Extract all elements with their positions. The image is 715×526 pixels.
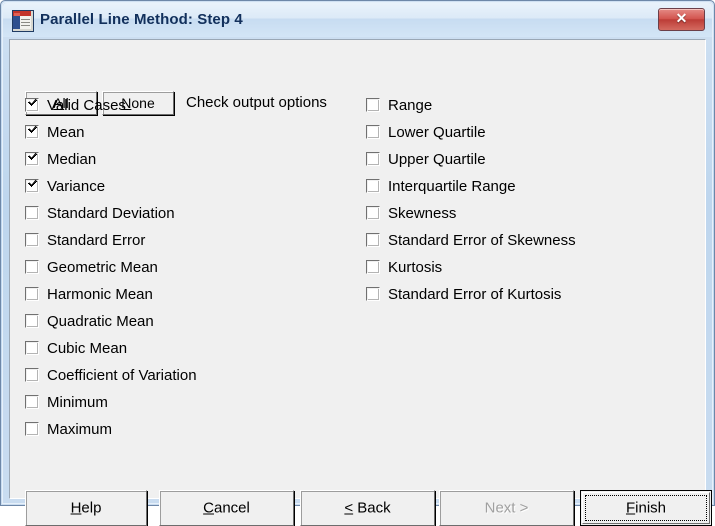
checkbox-label-interquartile-range: Interquartile Range — [388, 178, 516, 195]
checkbox-harmonic-mean[interactable] — [25, 287, 39, 301]
checkbox-skewness[interactable] — [366, 206, 380, 220]
checkbox-label-variance: Variance — [47, 178, 106, 195]
checkbox-label-valid-cases: Valid Cases — [47, 97, 126, 114]
help-button-rest: elp — [81, 499, 102, 517]
checkbox-label-mean: Mean — [47, 124, 85, 141]
checkmark-icon — [28, 125, 37, 133]
checkbox-label-skewness: Skewness — [388, 205, 457, 222]
checkbox-label-minimum: Minimum — [47, 394, 108, 411]
none-button-rest: one — [131, 95, 155, 111]
checkbox-label-quadratic-mean: Quadratic Mean — [47, 313, 154, 330]
checkbox-label-kurtosis: Kurtosis — [388, 259, 443, 276]
finish-button-mnemonic: F — [625, 499, 636, 517]
checkbox-standard-deviation[interactable] — [25, 206, 39, 220]
finish-button-rest: inish — [635, 499, 667, 517]
checkbox-kurtosis[interactable] — [366, 260, 380, 274]
checkmark-icon — [28, 179, 37, 187]
checkbox-standard-error-of-kurtosis[interactable] — [366, 287, 380, 301]
checkbox-geometric-mean[interactable] — [25, 260, 39, 274]
checkbox-label-maximum: Maximum — [47, 421, 113, 438]
window-title: Parallel Line Method: Step 4 — [40, 11, 243, 28]
checkbox-mean[interactable] — [25, 125, 39, 139]
cancel-button[interactable]: Cancel — [159, 490, 294, 526]
dialog-window: Parallel Line Method: Step 4 ✕ All None … — [0, 0, 715, 526]
finish-button[interactable]: Finish — [580, 490, 712, 526]
checkbox-label-coefficient-of-variation: Coefficient of Variation — [47, 367, 197, 384]
checkbox-label-geometric-mean: Geometric Mean — [47, 259, 158, 276]
checkbox-label-upper-quartile: Upper Quartile — [388, 151, 486, 168]
checkbox-variance[interactable] — [25, 179, 39, 193]
checkbox-upper-quartile[interactable] — [366, 152, 380, 166]
dialog-client-area: All None Check output options Valid Case… — [9, 39, 712, 526]
next-button: Next > — [439, 490, 574, 526]
checkbox-label-cubic-mean: Cubic Mean — [47, 340, 128, 357]
checkbox-quadratic-mean[interactable] — [25, 314, 39, 328]
checkbox-maximum[interactable] — [25, 422, 39, 436]
checkbox-valid-cases[interactable] — [25, 98, 39, 112]
checkbox-minimum[interactable] — [25, 395, 39, 409]
next-button-label: Next > — [484, 499, 529, 517]
cancel-button-mnemonic: C — [203, 499, 214, 517]
checkbox-label-standard-error-of-kurtosis: Standard Error of Kurtosis — [388, 286, 562, 303]
checkbox-label-range: Range — [388, 97, 433, 114]
help-button-mnemonic: H — [70, 499, 82, 517]
checkbox-label-lower-quartile: Lower Quartile — [388, 124, 486, 141]
checkbox-range[interactable] — [366, 98, 380, 112]
back-button[interactable]: < Back — [300, 490, 435, 526]
help-button[interactable]: Help — [25, 490, 147, 526]
close-button[interactable]: ✕ — [658, 8, 705, 31]
checkbox-lower-quartile[interactable] — [366, 125, 380, 139]
checkbox-label-standard-error: Standard Error — [47, 232, 146, 249]
close-icon: ✕ — [675, 10, 688, 26]
checkbox-coefficient-of-variation[interactable] — [25, 368, 39, 382]
instruction-label: Check output options — [186, 94, 327, 111]
checkbox-median[interactable] — [25, 152, 39, 166]
back-button-rest: Back — [353, 499, 391, 517]
checkbox-standard-error-of-skewness[interactable] — [366, 233, 380, 247]
checkbox-label-standard-deviation: Standard Deviation — [47, 205, 175, 222]
checkbox-label-harmonic-mean: Harmonic Mean — [47, 286, 153, 303]
titlebar[interactable]: Parallel Line Method: Step 4 ✕ — [3, 3, 712, 37]
cancel-button-rest: ancel — [213, 499, 250, 517]
checkbox-cubic-mean[interactable] — [25, 341, 39, 355]
checkbox-interquartile-range[interactable] — [366, 179, 380, 193]
back-button-mnemonic: < — [344, 499, 354, 517]
checkbox-standard-error[interactable] — [25, 233, 39, 247]
checkmark-icon — [28, 152, 37, 160]
checkbox-label-standard-error-of-skewness: Standard Error of Skewness — [388, 232, 576, 249]
checkbox-label-median: Median — [47, 151, 97, 168]
checkmark-icon — [28, 98, 37, 106]
app-document-icon — [12, 10, 34, 32]
